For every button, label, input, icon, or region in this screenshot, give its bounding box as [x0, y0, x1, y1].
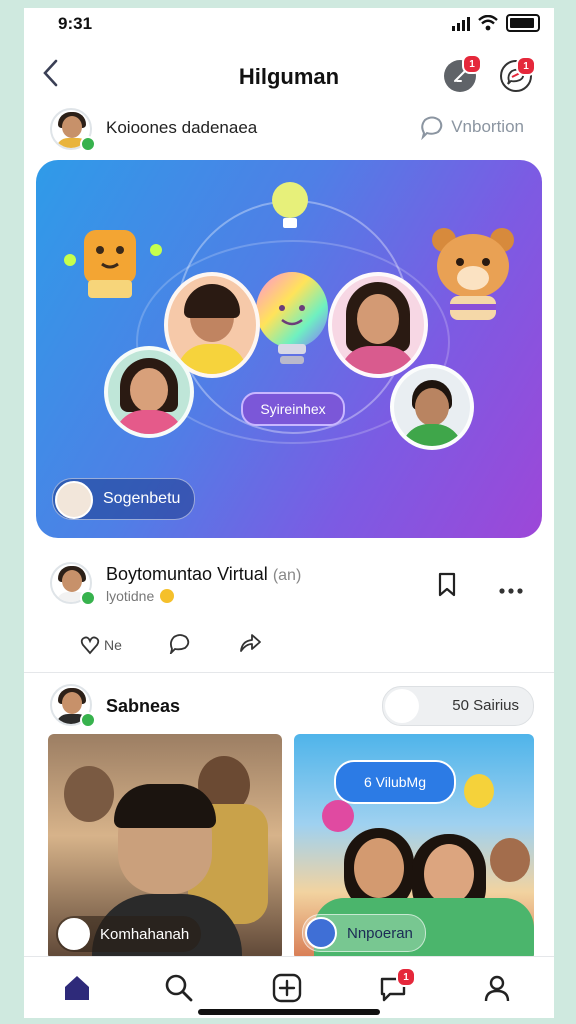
section-toggle[interactable]: 50 Sairius [382, 686, 534, 726]
post-title: Boytomuntao Virtual (an) [106, 564, 301, 585]
online-indicator [80, 712, 96, 728]
share-button[interactable] [238, 632, 262, 657]
tab-messages[interactable]: 1 [376, 967, 416, 1005]
wifi-icon [478, 15, 498, 31]
card-label: Nnpoeran [347, 924, 413, 942]
online-indicator [80, 136, 96, 152]
post-info: Boytomuntao Virtual (an) lyotidne Ne [24, 552, 554, 668]
toggle-label: 50 Sairius [452, 697, 519, 714]
plus-square-icon [272, 973, 302, 1003]
signal-icon [452, 15, 470, 31]
bookmark-icon [438, 572, 456, 597]
author-name[interactable]: Koioones dadenaea [106, 118, 257, 138]
comment-icon [421, 116, 443, 140]
invite-button[interactable]: Vnbortion [419, 114, 524, 140]
comment-button[interactable] [168, 632, 192, 657]
card-user-avatar [58, 918, 90, 950]
post-author-row: Koioones dadenaea Vnbortion [24, 104, 554, 154]
tab-bar: 1 [24, 956, 554, 1018]
comment-icon [169, 634, 190, 656]
post-title-suffix: Virtual [217, 564, 268, 584]
notifications-badge: 1 [462, 54, 482, 74]
content-card[interactable]: Komhahanah [48, 734, 282, 960]
toggle-knob [385, 689, 419, 723]
heart-icon [80, 636, 100, 654]
like-label: Ne [104, 636, 122, 653]
invite-label: Vnbortion [451, 117, 524, 136]
home-indicator [198, 1009, 380, 1015]
card-user-chip[interactable]: Nnpoeran [302, 914, 426, 952]
status-time: 9:31 [58, 14, 93, 33]
card-user-chip[interactable]: Komhahanah [56, 916, 202, 952]
share-icon [240, 634, 261, 652]
tab-search[interactable] [162, 971, 196, 1005]
search-icon [165, 974, 193, 1002]
home-icon [65, 976, 89, 1000]
tab-profile[interactable] [480, 971, 514, 1005]
more-options-button[interactable] [498, 582, 524, 600]
post-title-extra: (an) [272, 567, 302, 584]
bookmark-button[interactable] [436, 572, 458, 603]
lightbulb-illustration [256, 272, 328, 364]
user-icon [484, 975, 510, 1002]
section-header: Sabneas 50 Sairius [24, 674, 554, 734]
messages-button[interactable]: 1 [500, 56, 536, 92]
hero-user-avatar [55, 481, 93, 519]
notifications-button[interactable]: 1 [444, 54, 482, 92]
post-title-main: Boytomuntao [106, 564, 213, 584]
content-card[interactable]: 6 VilubMg Nnpoeran [294, 734, 534, 960]
app-screen: 9:31 Hilguman 1 1 Koioones dadenaea Vnbo… [24, 8, 554, 1018]
more-horizontal-icon [499, 588, 523, 594]
speech-bubble: 6 VilubMg [334, 760, 456, 804]
app-header: Hilguman 1 1 [24, 52, 554, 104]
post-hero-image[interactable]: Syireinhex Sogenbetu [36, 160, 542, 538]
tab-home[interactable] [60, 971, 94, 1005]
divider [24, 672, 554, 673]
post-subtitle: lyotidne [106, 588, 175, 604]
like-button[interactable]: Ne [80, 635, 122, 655]
messages-badge: 1 [516, 56, 536, 76]
status-bar: 9:31 [24, 8, 554, 42]
card-user-avatar [305, 917, 337, 949]
participant-photo[interactable] [104, 346, 194, 438]
hero-user-chip[interactable]: Sogenbetu [52, 478, 196, 520]
bear-toy-illustration [432, 228, 514, 320]
tab-create[interactable] [270, 971, 304, 1005]
online-indicator [80, 590, 96, 606]
participant-photo[interactable] [328, 272, 428, 378]
participant-photo[interactable] [390, 364, 474, 450]
messages-tab-badge: 1 [396, 967, 416, 987]
hero-user-label: Sogenbetu [103, 490, 181, 507]
card-label: Komhahanah [100, 925, 190, 943]
section-title: Sabneas [106, 696, 181, 716]
hero-tag-button[interactable]: Syireinhex [241, 392, 345, 426]
battery-icon [506, 14, 540, 32]
robot-toy-illustration [64, 230, 162, 298]
emoji-icon [160, 589, 175, 603]
small-bulb-icon [272, 182, 308, 228]
post-subtitle-text: lyotidne [106, 588, 155, 604]
